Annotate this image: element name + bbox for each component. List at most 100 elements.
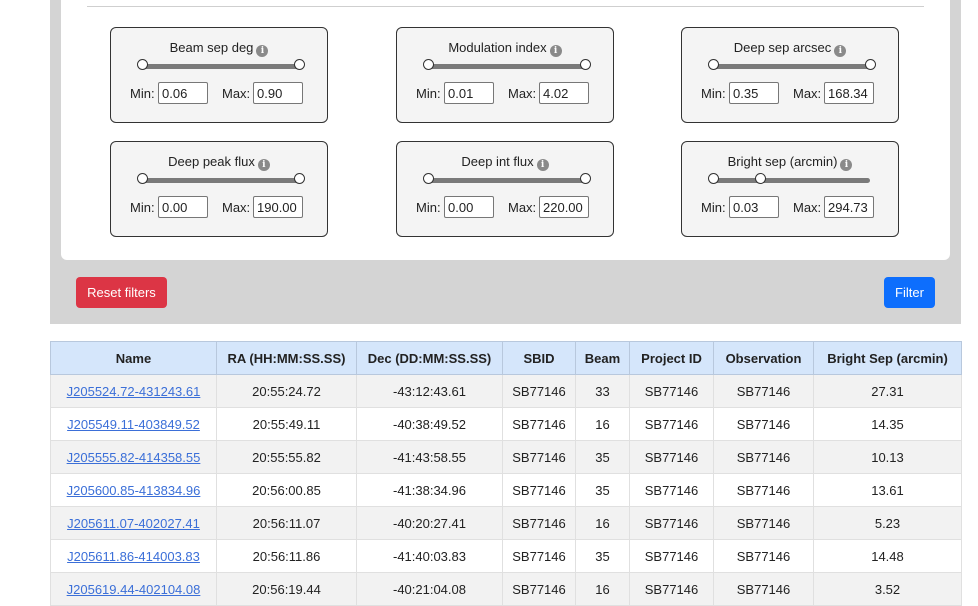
range-slider-track[interactable] <box>713 178 870 183</box>
column-header[interactable]: Bright Sep (arcmin) <box>813 341 962 375</box>
column-header[interactable]: SBID <box>502 341 576 375</box>
source-name-link[interactable]: J205600.85-413834.96 <box>67 483 201 498</box>
cell-name: J205611.86-414003.83 <box>50 539 217 573</box>
table-header-row: Name RA (HH:MM:SS.SS) Dec (DD:MM:SS.SS) … <box>50 341 962 375</box>
table-cell: -40:21:04.08 <box>356 572 503 606</box>
table-cell: SB77146 <box>713 572 814 606</box>
slider-min-handle[interactable] <box>422 173 434 184</box>
table-row: J205555.82-414358.55 20:55:55.82 -41:43:58… <box>50 440 962 474</box>
source-name-link[interactable]: J205524.72-431243.61 <box>67 384 201 399</box>
table-cell: -43:12:43.61 <box>356 374 503 408</box>
source-name-link[interactable]: J205611.07-402027.41 <box>67 516 200 531</box>
slider-max-handle[interactable] <box>864 59 876 70</box>
source-name-link[interactable]: J205555.82-414358.55 <box>67 450 201 465</box>
table-cell: SB77146 <box>629 539 714 573</box>
source-name-link[interactable]: J205611.86-414003.83 <box>67 549 200 564</box>
slider-min-handle[interactable] <box>707 59 719 70</box>
table-cell: 16 <box>575 572 630 606</box>
info-circle-icon[interactable]: i <box>840 159 853 171</box>
table-cell: 10.13 <box>813 440 962 474</box>
slider-max-handle[interactable] <box>293 173 305 184</box>
max-label: Max: <box>222 86 251 101</box>
range-slider-track[interactable] <box>142 178 299 183</box>
table-cell: 16 <box>575 506 630 540</box>
reset-filters-button[interactable]: Reset filters <box>76 277 167 308</box>
table-cell: SB77146 <box>713 374 814 408</box>
table-cell: 16 <box>575 407 630 441</box>
max-label: Max: <box>793 200 822 215</box>
table-cell: SB77146 <box>629 407 714 441</box>
range-slider-track[interactable] <box>428 64 585 69</box>
range-slider-track[interactable] <box>428 178 585 183</box>
slider-min-handle[interactable] <box>136 173 148 184</box>
max-input[interactable] <box>539 196 589 218</box>
min-input[interactable] <box>158 196 208 218</box>
table-cell: 5.23 <box>813 506 962 540</box>
max-input[interactable] <box>539 82 589 104</box>
source-name-link[interactable]: J205619.44-402104.08 <box>67 582 201 597</box>
info-circle-icon[interactable]: i <box>536 159 549 171</box>
table-cell: 14.35 <box>813 407 962 441</box>
column-header[interactable]: Beam <box>575 341 630 375</box>
column-header[interactable]: RA (HH:MM:SS.SS) <box>216 341 357 375</box>
slider-min-handle[interactable] <box>422 59 434 70</box>
range-slider-track[interactable] <box>713 64 870 69</box>
slider-min-handle[interactable] <box>707 173 719 184</box>
table-row: J205611.86-414003.83 20:56:11.86 -41:40:03… <box>50 539 962 573</box>
table-cell: -41:40:03.83 <box>356 539 503 573</box>
table-row: J205524.72-431243.61 20:55:24.72 -43:12:43… <box>50 374 962 408</box>
table-cell: SB77146 <box>713 506 814 540</box>
filter-button[interactable]: Filter <box>884 277 935 308</box>
table-cell: 20:56:11.07 <box>216 506 357 540</box>
table-cell: SB77146 <box>629 440 714 474</box>
column-header[interactable]: Observation <box>713 341 814 375</box>
table-cell: SB77146 <box>629 572 714 606</box>
table-cell: SB77146 <box>713 440 814 474</box>
table-cell: SB77146 <box>713 407 814 441</box>
min-input[interactable] <box>729 82 779 104</box>
info-circle-icon[interactable]: i <box>834 45 847 57</box>
min-input[interactable] <box>729 196 779 218</box>
min-label: Min: <box>701 200 726 215</box>
slider-max-handle[interactable] <box>579 59 591 70</box>
slider-max-handle[interactable] <box>293 59 305 70</box>
table-cell: SB77146 <box>713 539 814 573</box>
max-input[interactable] <box>253 196 303 218</box>
min-label: Min: <box>416 86 441 101</box>
filter-title: Deep int flux i <box>397 154 613 171</box>
table-cell: SB77146 <box>629 473 714 507</box>
column-header[interactable]: Name <box>50 341 217 375</box>
info-circle-icon[interactable]: i <box>549 45 562 57</box>
table-cell: 27.31 <box>813 374 962 408</box>
min-input[interactable] <box>444 196 494 218</box>
slider-min-handle[interactable] <box>136 59 148 70</box>
min-input[interactable] <box>444 82 494 104</box>
cell-name: J205619.44-402104.08 <box>50 572 217 606</box>
source-name-link[interactable]: J205549.11-403849.52 <box>67 417 200 432</box>
filter-title: Beam sep deg i <box>111 40 327 57</box>
max-label: Max: <box>508 86 537 101</box>
table-cell: -41:38:34.96 <box>356 473 503 507</box>
min-label: Min: <box>130 200 155 215</box>
slider-max-handle[interactable] <box>579 173 591 184</box>
column-header[interactable]: Project ID <box>629 341 714 375</box>
table-cell: SB77146 <box>502 440 576 474</box>
info-circle-icon[interactable]: i <box>256 45 269 57</box>
table-row: J205611.07-402027.41 20:56:11.07 -40:20:27… <box>50 506 962 540</box>
table-cell: 33 <box>575 374 630 408</box>
filter-label: Deep sep arcsec <box>733 40 832 55</box>
max-input[interactable] <box>824 82 874 104</box>
filter-deep-peak-flux: Deep peak fluxi Min: Max: <box>110 141 328 237</box>
filter-deep-int-flux: Deep int fluxi Min: Max: <box>396 141 614 237</box>
max-input[interactable] <box>824 196 874 218</box>
filter-label: Modulation index <box>448 40 547 55</box>
table-cell: 20:56:00.85 <box>216 473 357 507</box>
slider-max-handle[interactable] <box>754 173 766 184</box>
min-input[interactable] <box>158 82 208 104</box>
max-input[interactable] <box>253 82 303 104</box>
column-header[interactable]: Dec (DD:MM:SS.SS) <box>356 341 503 375</box>
min-label: Min: <box>701 86 726 101</box>
info-circle-icon[interactable]: i <box>257 159 270 171</box>
range-slider-track[interactable] <box>142 64 299 69</box>
table-cell: 20:56:11.86 <box>216 539 357 573</box>
